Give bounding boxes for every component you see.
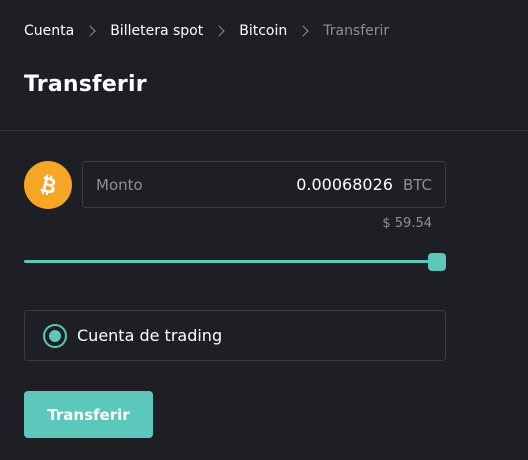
chevron-right-icon [84,25,96,37]
breadcrumb: Cuenta Billetera spot Bitcoin Transferir [24,22,389,40]
account-option-label: Cuenta de trading [77,326,223,345]
divider [0,130,528,131]
amount-label: Monto [96,175,143,194]
page-title: Transferir [24,72,147,97]
breadcrumb-bitcoin[interactable]: Bitcoin [239,22,287,40]
breadcrumb-current: Transferir [323,23,390,39]
transfer-button[interactable]: Transferir [24,391,153,438]
bitcoin-icon [24,161,72,209]
radio-dot [49,329,61,342]
slider-fill [24,260,446,263]
account-option-trading[interactable]: Cuenta de trading [24,310,446,361]
breadcrumb-cuenta[interactable]: Cuenta [24,22,74,40]
chevron-right-icon [213,25,225,37]
amount-slider[interactable] [24,252,446,272]
slider-thumb[interactable] [428,253,446,271]
fiat-value: $ 59.54 [382,216,432,231]
chevron-right-icon [297,25,309,37]
radio-selected-icon[interactable] [43,323,67,348]
amount-input[interactable] [212,175,393,194]
amount-field[interactable]: Monto BTC [82,161,446,208]
transfer-page: Cuenta Billetera spot Bitcoin Transferir… [0,0,528,460]
amount-unit: BTC [402,175,432,194]
breadcrumb-billetera-spot[interactable]: Billetera spot [110,22,203,40]
